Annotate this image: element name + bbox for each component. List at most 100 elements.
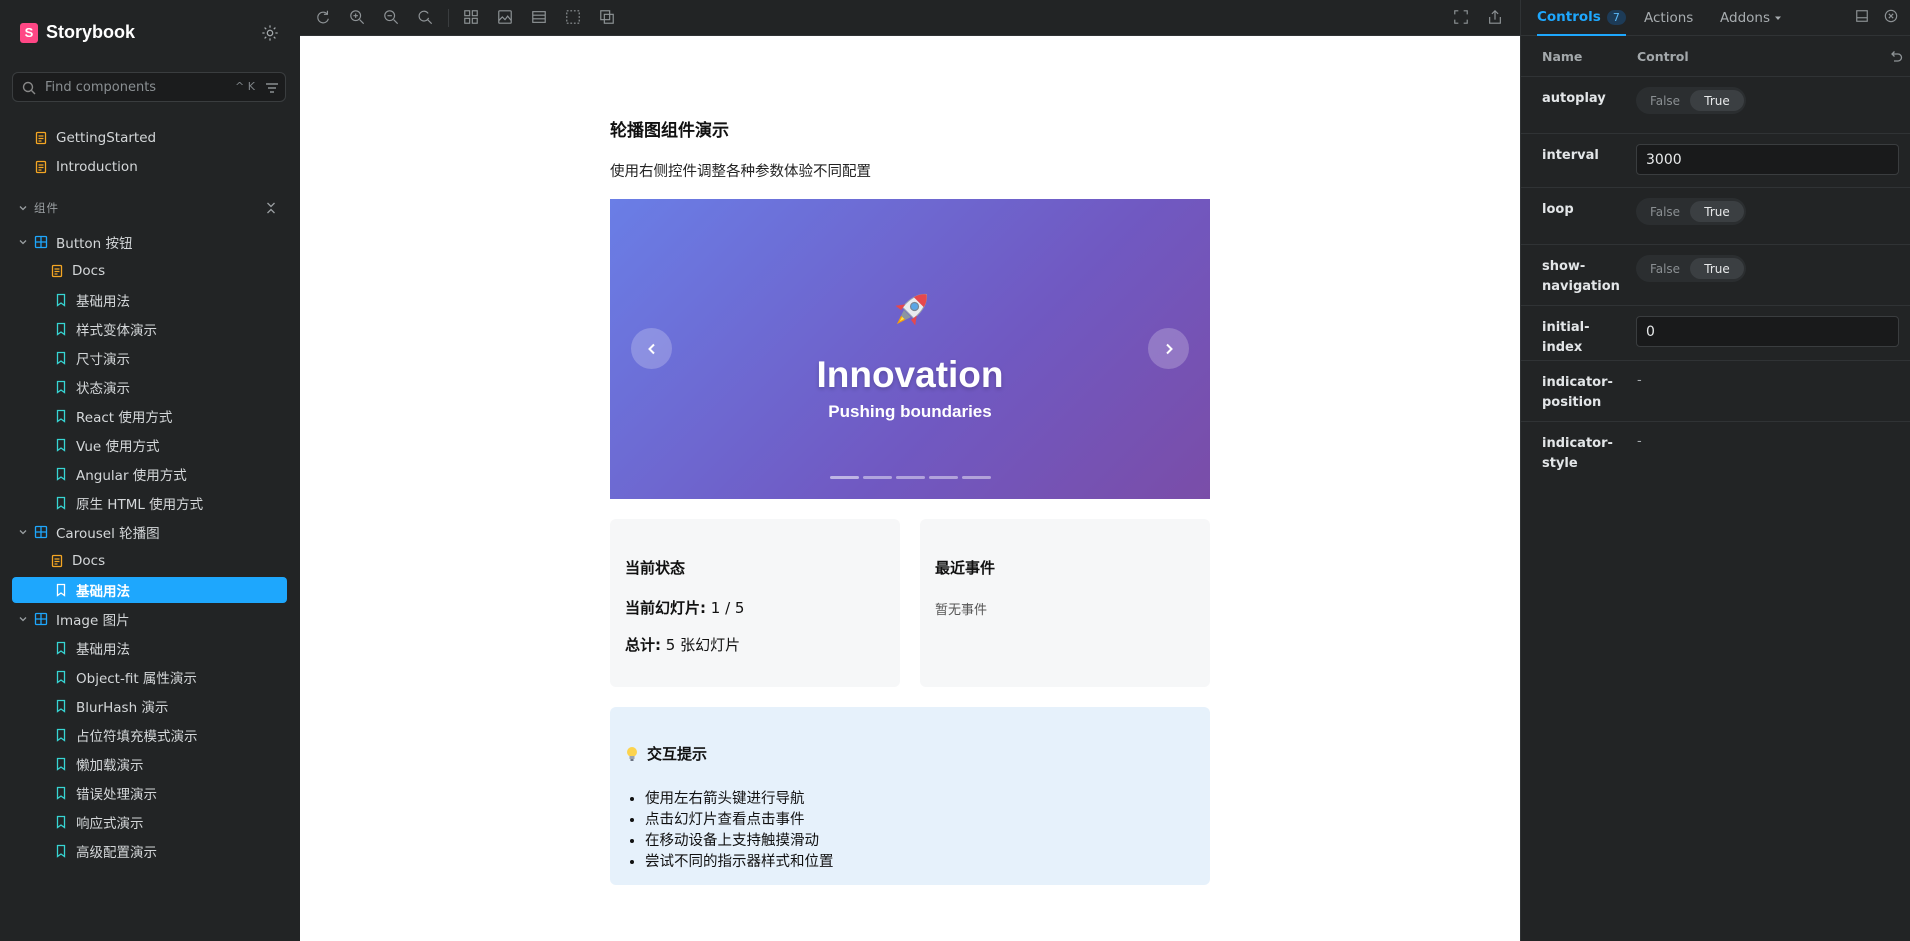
- tab-actions[interactable]: Actions: [1644, 0, 1693, 36]
- search-input[interactable]: [43, 77, 223, 97]
- bookmark-icon: [54, 496, 68, 510]
- chevron-left-icon: [647, 343, 655, 354]
- sidebar-item-label: 基础用法: [76, 294, 130, 310]
- component-icon: [34, 235, 48, 249]
- measure-icon[interactable]: [599, 9, 617, 27]
- control-row-loop: loop False True: [1521, 188, 1910, 245]
- sidebar-story-image-图片-懒加载演示[interactable]: 懒加载演示: [12, 751, 287, 777]
- tips-list: 使用左右箭头键进行导航点击幻灯片查看点击事件在移动设备上支持触摸滑动尝试不同的指…: [625, 789, 834, 873]
- carousel-prev-button[interactable]: [631, 328, 672, 369]
- document-icon: [50, 554, 64, 568]
- sidebar-story-carousel-轮播图-docs[interactable]: Docs: [12, 548, 287, 574]
- control-name: indicator-style: [1542, 436, 1613, 471]
- sidebar-story-image-图片-占位符填充模式演示[interactable]: 占位符填充模式演示: [12, 722, 287, 748]
- sidebar-item-label: 样式变体演示: [76, 323, 157, 339]
- initial-index-input[interactable]: [1636, 316, 1899, 347]
- autoplay-toggle[interactable]: False True: [1636, 87, 1746, 114]
- share-icon[interactable]: [1487, 9, 1505, 27]
- reload-icon[interactable]: [315, 9, 333, 27]
- sidebar-item-label: Docs: [72, 553, 106, 569]
- control-row-indicator-position: indicator-position -: [1521, 361, 1910, 422]
- state-card: 当前状态 当前幻灯片: 1 / 5 总计: 5 张幻灯片: [610, 519, 900, 687]
- tab-addons[interactable]: Addons: [1720, 0, 1782, 36]
- viewport-icon[interactable]: [531, 9, 549, 27]
- bookmark-icon: [54, 467, 68, 481]
- events-card: 最近事件 暂无事件: [920, 519, 1210, 687]
- show-navigation-toggle[interactable]: False True: [1636, 255, 1746, 282]
- control-row-indicator-style: indicator-style -: [1521, 422, 1910, 483]
- loop-toggle[interactable]: False True: [1636, 198, 1746, 225]
- carousel-indicator[interactable]: [896, 476, 925, 479]
- carousel-next-button[interactable]: [1148, 328, 1189, 369]
- zoom-out-icon[interactable]: [383, 9, 401, 27]
- component-carousel-轮播图[interactable]: Carousel 轮播图: [12, 519, 287, 545]
- background-icon[interactable]: [497, 9, 515, 27]
- zoom-reset-icon[interactable]: [417, 9, 435, 27]
- filter-icon[interactable]: [265, 81, 279, 95]
- sidebar-story-button-按钮-状态演示[interactable]: 状态演示: [12, 374, 287, 400]
- sidebar-story-image-图片-高级配置演示[interactable]: 高级配置演示: [12, 838, 287, 864]
- toggle-true-option[interactable]: True: [1690, 201, 1744, 222]
- sidebar-story-button-按钮-基础用法[interactable]: 基础用法: [12, 287, 287, 313]
- sidebar-story-image-图片-基础用法[interactable]: 基础用法: [12, 635, 287, 661]
- sidebar-story-carousel-轮播图-基础用法[interactable]: 基础用法: [12, 577, 287, 603]
- carousel[interactable]: Innovation Pushing boundaries: [610, 199, 1210, 499]
- panel-position-icon[interactable]: [1855, 9, 1871, 25]
- sidebar-story-image-图片-响应式演示[interactable]: 响应式演示: [12, 809, 287, 835]
- carousel-indicator[interactable]: [863, 476, 892, 479]
- interval-input[interactable]: [1636, 144, 1899, 175]
- sidebar-story-button-按钮-尺寸演示[interactable]: 尺寸演示: [12, 345, 287, 371]
- component-image-图片[interactable]: Image 图片: [12, 606, 287, 632]
- chevron-down-icon: [18, 527, 28, 537]
- sidebar-story-button-按钮-docs[interactable]: Docs: [12, 258, 287, 284]
- carousel-indicator[interactable]: [929, 476, 958, 479]
- toggle-false-option[interactable]: False: [1638, 201, 1692, 222]
- toggle-true-option[interactable]: True: [1690, 258, 1744, 279]
- tab-controls[interactable]: Controls 7: [1537, 0, 1626, 36]
- sidebar-story-button-按钮-react-使用方式[interactable]: React 使用方式: [12, 403, 287, 429]
- chevron-down-icon: [1775, 16, 1781, 20]
- sidebar-item-label: 基础用法: [76, 642, 130, 658]
- carousel-indicator[interactable]: [830, 476, 859, 479]
- current-slide-label: 当前幻灯片:: [625, 599, 706, 617]
- fullscreen-icon[interactable]: [1453, 9, 1471, 27]
- grid-icon[interactable]: [463, 9, 481, 27]
- storybook-logo: S: [20, 22, 38, 43]
- chevron-right-icon: [1165, 343, 1173, 354]
- sidebar-story-button-按钮-vue-使用方式[interactable]: Vue 使用方式: [12, 432, 287, 458]
- component-button-按钮[interactable]: Button 按钮: [12, 229, 287, 255]
- sidebar-story-button-按钮-原生-html-使用方式[interactable]: 原生 HTML 使用方式: [12, 490, 287, 516]
- control-name: autoplay: [1542, 91, 1606, 106]
- control-empty-value: -: [1637, 434, 1642, 449]
- sidebar-item-label: 响应式演示: [76, 816, 144, 832]
- gear-icon[interactable]: [261, 24, 281, 44]
- document-icon: [34, 160, 48, 174]
- sidebar-item-label: 懒加载演示: [76, 758, 144, 774]
- outline-icon[interactable]: [565, 9, 583, 27]
- toggle-false-option[interactable]: False: [1638, 258, 1692, 279]
- sidebar: S Storybook ^ K GettingStarted Introducti…: [0, 0, 300, 941]
- zoom-in-icon[interactable]: [349, 9, 367, 27]
- sidebar-story-button-按钮-angular-使用方式[interactable]: Angular 使用方式: [12, 461, 287, 487]
- story-canvas: 轮播图组件演示 使用右侧控件调整各种参数体验不同配置 Innovation Pu…: [300, 36, 1520, 941]
- sidebar-item-label: 占位符填充模式演示: [76, 729, 198, 745]
- collapse-all-icon[interactable]: [264, 201, 278, 215]
- toggle-true-option[interactable]: True: [1690, 90, 1744, 111]
- sidebar-item-gettingstarted[interactable]: GettingStarted: [12, 125, 287, 151]
- search-shortcut: ^ K: [235, 80, 255, 93]
- close-icon[interactable]: [1884, 9, 1900, 25]
- sidebar-item-label: React 使用方式: [76, 410, 173, 426]
- carousel-indicator[interactable]: [962, 476, 991, 479]
- sidebar-story-button-按钮-样式变体演示[interactable]: 样式变体演示: [12, 316, 287, 342]
- undo-icon[interactable]: [1889, 49, 1903, 63]
- tips-title: 交互提示: [647, 745, 708, 763]
- sidebar-story-image-图片-object-fit-属性演示[interactable]: Object-fit 属性演示: [12, 664, 287, 690]
- toggle-false-option[interactable]: False: [1638, 90, 1692, 111]
- brand-name: Storybook: [46, 22, 136, 42]
- bookmark-icon: [54, 670, 68, 684]
- sidebar-item-introduction[interactable]: Introduction: [12, 154, 287, 180]
- sidebar-story-image-图片-错误处理演示[interactable]: 错误处理演示: [12, 780, 287, 806]
- storybook-brand[interactable]: S Storybook: [20, 22, 135, 43]
- sidebar-story-image-图片-blurhash-演示[interactable]: BlurHash 演示: [12, 693, 287, 719]
- section-header-components[interactable]: 组件: [18, 198, 286, 218]
